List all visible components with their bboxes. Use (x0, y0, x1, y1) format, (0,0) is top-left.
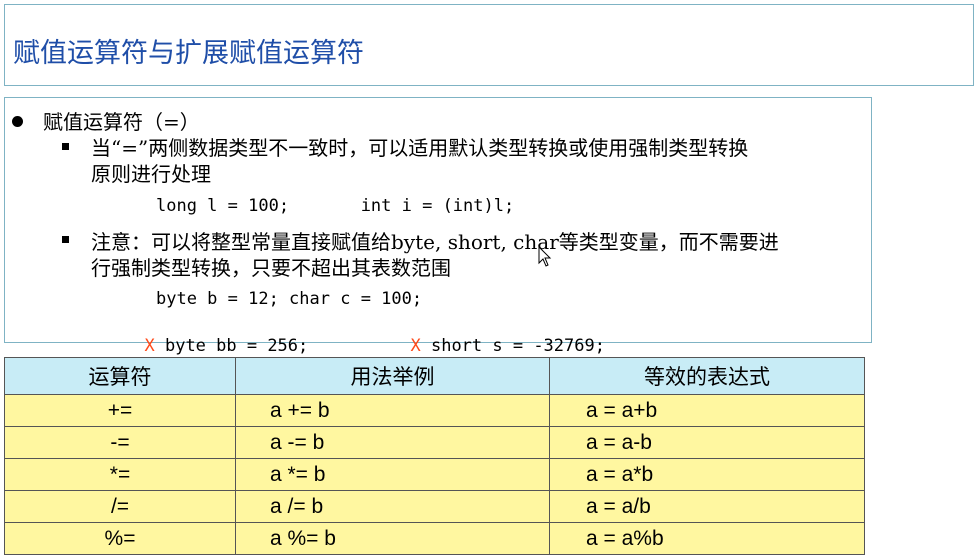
operators-table: 运算符 用法举例 等效的表达式 += a += b a = a+b -= a -… (4, 357, 865, 555)
table-cell: /= (4, 490, 236, 523)
table-header: 用法举例 (235, 357, 550, 395)
table-row: *= a *= b a = a*b (4, 458, 865, 491)
table-row: += a += b a = a+b (4, 394, 865, 427)
table-row: /= a /= b a = a/b (4, 490, 865, 523)
table-cell: += (4, 394, 236, 427)
table-row: -= a -= b a = a-b (4, 426, 865, 459)
section-heading-line: 赋值运算符（=） (12, 106, 200, 135)
bullet2-code2b: short s = -32769; (420, 336, 605, 356)
table-cell: %= (4, 522, 236, 555)
bullet-dot-icon (12, 116, 23, 127)
table-cell: a = a+b (549, 394, 865, 427)
bullet1-code: long l = 100; int i = (int)l; (156, 196, 515, 216)
table-cell: a = a%b (549, 522, 865, 555)
table-cell: a = a*b (549, 458, 865, 491)
bullet2-line2: 行强制类型转换，只要不超出其表数范围 (91, 256, 451, 280)
bullet2-line1: 注意：可以将整型常量直接赋值给byte, short, char等类型变量，而不… (91, 230, 779, 254)
square-bullet-icon (62, 236, 69, 243)
table-cell: a *= b (235, 458, 550, 491)
table-row: %= a %= b a = a%b (4, 522, 865, 555)
table-header-row: 运算符 用法举例 等效的表达式 (4, 357, 865, 395)
bullet2-code1: byte b = 12; char c = 100; (156, 289, 423, 309)
table-cell: -= (4, 426, 236, 459)
table-cell: a += b (235, 394, 550, 427)
table-header: 运算符 (4, 357, 236, 395)
bullet2-code2a-line: X byte bb = 256; (124, 316, 308, 356)
table-cell: a /= b (235, 490, 550, 523)
mouse-cursor-icon (538, 246, 552, 267)
bullet1-line1: 当“=”两侧数据类型不一致时，可以适用默认类型转换或使用强制类型转换 (91, 136, 749, 160)
x-mark-icon: X (410, 336, 421, 356)
square-bullet-icon (62, 143, 69, 150)
page-title: 赋值运算符与扩展赋值运算符 (13, 38, 364, 69)
table-cell: a -= b (235, 426, 550, 459)
table-header: 等效的表达式 (549, 357, 865, 395)
table-cell: a = a-b (549, 426, 865, 459)
table-cell: a %= b (235, 522, 550, 555)
bullet1-line2: 原则进行处理 (91, 162, 211, 186)
x-mark-icon: X (144, 336, 155, 356)
table-cell: *= (4, 458, 236, 491)
table-cell: a = a/b (549, 490, 865, 523)
title-box: 赋值运算符与扩展赋值运算符 (4, 4, 974, 86)
bullet2-code2a: byte bb = 256; (154, 336, 309, 356)
section-heading: 赋值运算符（=） (43, 110, 200, 134)
bullet2-code2b-line: X short s = -32769; (390, 316, 605, 356)
